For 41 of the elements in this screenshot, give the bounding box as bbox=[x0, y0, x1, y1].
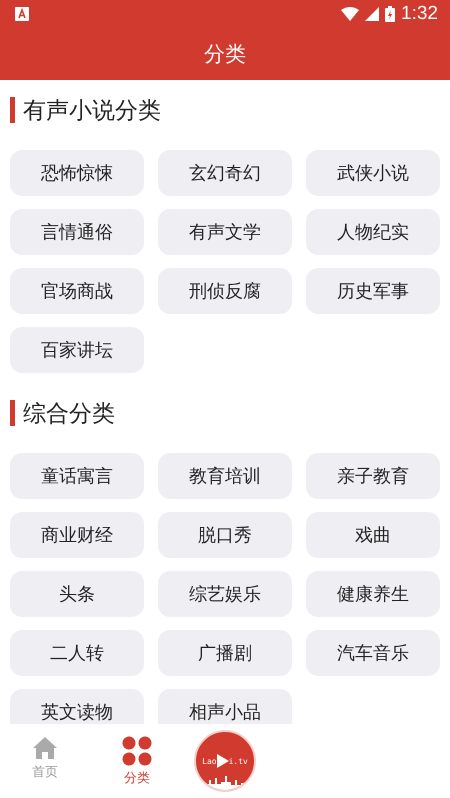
play-icon bbox=[216, 754, 229, 768]
category-button[interactable]: 童话寓言 bbox=[10, 453, 144, 499]
status-time: 1:32 bbox=[401, 3, 438, 25]
category-button[interactable]: 英文读物 bbox=[10, 689, 144, 724]
category-button[interactable]: 综艺娱乐 bbox=[158, 571, 292, 617]
category-button[interactable]: 相声小品 bbox=[158, 689, 292, 724]
category-button[interactable]: 刑侦反腐 bbox=[158, 268, 292, 314]
category-button[interactable]: 广播剧 bbox=[158, 630, 292, 676]
category-button[interactable]: 恐怖惊悚 bbox=[10, 150, 144, 196]
signal-icon bbox=[365, 7, 380, 21]
category-button[interactable]: 百家讲坛 bbox=[10, 327, 144, 373]
category-button[interactable]: 商业财经 bbox=[10, 512, 144, 558]
logo-text: Lao bbox=[202, 756, 217, 766]
category-button[interactable]: 教育培训 bbox=[158, 453, 292, 499]
logo[interactable]: Lao i.tv bbox=[194, 730, 256, 792]
grid-icon bbox=[122, 736, 152, 766]
section-marker bbox=[10, 400, 15, 426]
category-button[interactable]: 历史军事 bbox=[306, 268, 440, 314]
category-button[interactable]: 玄幻奇幻 bbox=[158, 150, 292, 196]
category-button[interactable]: 二人转 bbox=[10, 630, 144, 676]
section-title: 综合分类 bbox=[23, 400, 115, 428]
home-icon bbox=[32, 736, 58, 760]
category-button[interactable]: 戏曲 bbox=[306, 512, 440, 558]
category-button[interactable]: 言情通俗 bbox=[10, 209, 144, 255]
category-button[interactable]: 汽车音乐 bbox=[306, 630, 440, 676]
page-title: 分类 bbox=[204, 41, 246, 68]
category-button[interactable]: 头条 bbox=[10, 571, 144, 617]
battery-icon bbox=[385, 6, 396, 22]
wifi-icon bbox=[341, 7, 360, 21]
section-marker bbox=[10, 97, 15, 123]
category-button[interactable]: 人物纪实 bbox=[306, 209, 440, 255]
category-button[interactable]: 官场商战 bbox=[10, 268, 144, 314]
section-title: 有声小说分类 bbox=[23, 96, 161, 126]
category-button[interactable]: 亲子教育 bbox=[306, 453, 440, 499]
category-button[interactable]: 脱口秀 bbox=[158, 512, 292, 558]
category-button[interactable]: 武侠小说 bbox=[306, 150, 440, 196]
notification-icon bbox=[15, 7, 29, 21]
nav-tab[interactable]: 分类 bbox=[102, 724, 172, 787]
logo-text: i.tv bbox=[228, 756, 248, 766]
category-button[interactable]: 有声文学 bbox=[158, 209, 292, 255]
category-button[interactable]: 健康养生 bbox=[306, 571, 440, 617]
